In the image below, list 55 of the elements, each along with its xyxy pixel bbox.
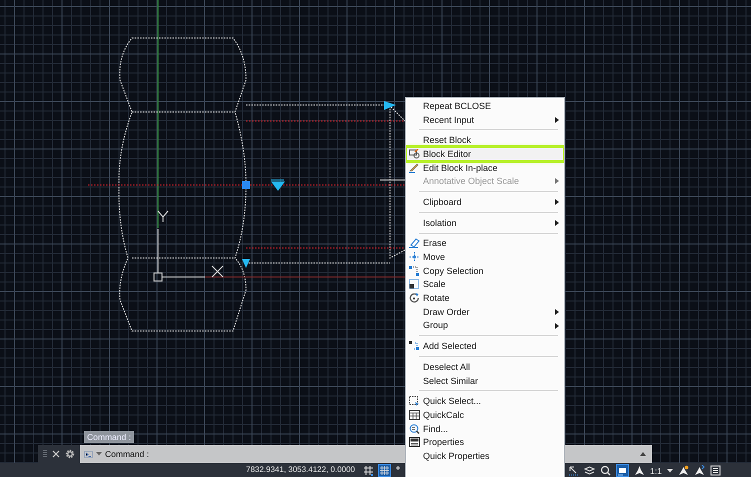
menu-item[interactable]: Repeat BCLOSE: [406, 99, 564, 113]
menu-item[interactable]: Edit Block In-place: [406, 160, 564, 174]
menu-item[interactable]: Group: [406, 318, 564, 332]
calculator-icon: [409, 410, 420, 420]
menu-item[interactable]: Rotate: [406, 291, 564, 305]
grip-icon[interactable]: [42, 449, 47, 459]
block-editor-icon: [409, 148, 420, 159]
add-selected-icon: [409, 341, 420, 352]
menu-item[interactable]: Find...: [406, 422, 564, 436]
window-icon[interactable]: [616, 464, 629, 477]
menu-item[interactable]: Select Similar: [406, 374, 564, 388]
caret-icon[interactable]: [640, 452, 646, 456]
move-arrows-icon: [409, 252, 420, 262]
copy-icon: [409, 266, 420, 276]
menu-item[interactable]: Isolation: [406, 216, 564, 230]
menu-item[interactable]: Recent Input: [406, 112, 564, 126]
cursor-arrow-icon[interactable]: [568, 465, 579, 476]
settings-icon[interactable]: [65, 449, 76, 459]
menu-item[interactable]: Draw Order: [406, 304, 564, 319]
menu-item[interactable]: Move: [406, 250, 564, 264]
rotate-icon: [409, 293, 420, 304]
ucs-icon: [154, 210, 224, 282]
pencil-icon: [409, 162, 420, 173]
caret-icon[interactable]: [666, 468, 673, 472]
menu-item[interactable]: Reset Block: [406, 133, 564, 148]
menu-item[interactable]: QuickCalc: [406, 408, 564, 422]
menu-item[interactable]: Quick Properties: [406, 449, 564, 463]
annotation-visibility-icon[interactable]: [678, 465, 689, 476]
quick-select-icon: [409, 396, 420, 406]
menu-item[interactable]: Block Editor: [406, 147, 564, 161]
layers-icon[interactable]: [584, 465, 595, 476]
menu-item[interactable]: Clipboard: [406, 195, 564, 209]
search-icon: [409, 424, 420, 434]
menu-item[interactable]: Erase: [406, 236, 564, 250]
menu-item[interactable]: Copy Selection: [406, 264, 564, 278]
triangle-grip-icon[interactable]: [384, 101, 396, 110]
search-icon[interactable]: [600, 465, 611, 476]
triangle-grip-icon[interactable]: [270, 180, 284, 191]
menu-item[interactable]: Deselect All: [406, 360, 564, 374]
grip-handle[interactable]: [242, 181, 250, 189]
annotation-scale-dropdown[interactable]: 1:1: [650, 466, 662, 476]
menu-item[interactable]: Scale: [406, 278, 564, 292]
scale-icon: [409, 279, 420, 290]
annotation-icon[interactable]: [634, 465, 645, 476]
prompt-icon: [84, 450, 93, 458]
triangle-grip-icon[interactable]: [242, 259, 250, 268]
eraser-icon: [409, 238, 420, 248]
annotation-autoscale-icon[interactable]: [694, 465, 705, 476]
close-icon[interactable]: [52, 450, 60, 458]
list-icon[interactable]: [710, 465, 721, 476]
coordinates-readout: 7832.9341, 3053.4122, 0.0000: [246, 465, 355, 474]
menu-item[interactable]: Add Selected: [406, 339, 564, 353]
menu-item[interactable]: Quick Select...: [406, 394, 564, 408]
properties-icon: [409, 437, 420, 448]
grid-icon[interactable]: [378, 464, 391, 477]
